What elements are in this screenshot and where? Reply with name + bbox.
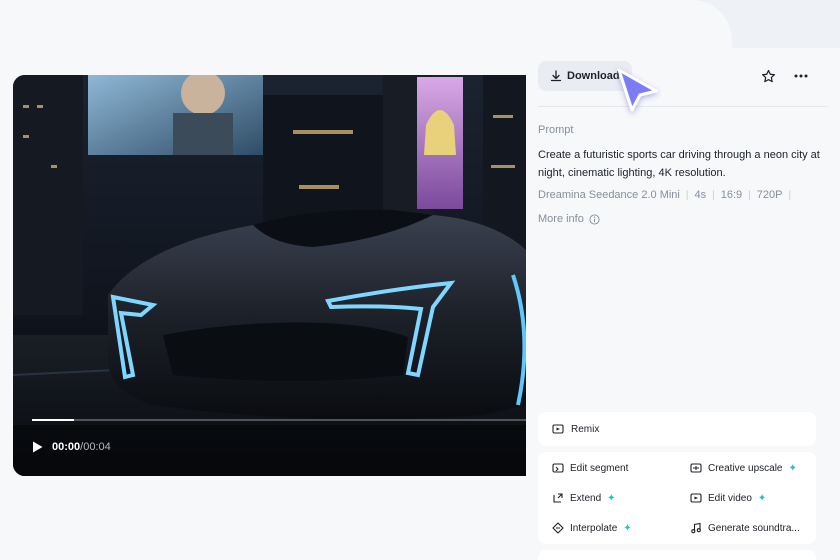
- details-panel: Download Prompt Create a futuristic spor…: [526, 48, 840, 560]
- interpolate-icon: [552, 522, 564, 534]
- video-player[interactable]: 00:00/00:04: [13, 75, 526, 476]
- progress-track[interactable]: [32, 419, 526, 421]
- play-button[interactable]: [32, 440, 44, 454]
- player-controls: 00:00/00:04: [32, 439, 111, 455]
- meta-separator: |: [685, 189, 689, 201]
- more-button[interactable]: [790, 65, 812, 87]
- edit-segment-icon: [552, 463, 564, 473]
- meta-resolution: 720P: [756, 189, 783, 201]
- tool-label: Interpolate: [570, 522, 618, 534]
- play-icon: [33, 441, 43, 453]
- remix-button[interactable]: Remix: [538, 412, 816, 446]
- tools-card: Edit segment Creative upscale ✦ Extend ✦…: [538, 452, 816, 544]
- bottom-card: [538, 550, 816, 560]
- favorite-button[interactable]: [757, 65, 779, 87]
- meta-duration: 4s: [694, 189, 707, 201]
- remix-icon: [552, 424, 564, 434]
- header-divider: [538, 106, 828, 107]
- meta-aspect-ratio: 16:9: [720, 189, 743, 201]
- more-info-link[interactable]: More info: [538, 213, 600, 225]
- download-label: Download: [567, 70, 620, 82]
- remix-label: Remix: [571, 423, 600, 435]
- star-icon: [761, 69, 775, 82]
- info-icon: [589, 213, 600, 225]
- upscale-icon: [690, 463, 702, 473]
- tool-interpolate[interactable]: Interpolate ✦: [552, 522, 632, 534]
- tool-extend[interactable]: Extend ✦: [552, 492, 616, 504]
- generation-meta: Dreamina Seedance 2.0 Mini | 4s | 16:9 |…: [538, 189, 797, 201]
- progress-fill: [32, 419, 74, 421]
- sparkle-icon: ✦: [607, 492, 616, 504]
- meta-model: Dreamina Seedance 2.0 Mini: [538, 189, 680, 201]
- prompt-text: Create a futuristic sports car driving t…: [538, 149, 820, 179]
- playback-time: 00:00/00:04: [52, 441, 111, 453]
- tool-creative-upscale[interactable]: Creative upscale ✦: [690, 462, 797, 474]
- prompt-label: Prompt: [538, 124, 574, 136]
- download-button[interactable]: Download: [538, 61, 632, 91]
- tool-label: Edit video: [708, 492, 752, 504]
- tool-label: Extend: [570, 492, 602, 504]
- sparkle-icon: ✦: [757, 492, 767, 504]
- tool-generate-soundtrack[interactable]: Generate soundtra...: [690, 522, 800, 534]
- more-info-label: More info: [538, 213, 584, 225]
- music-note-icon: [691, 522, 701, 534]
- meta-separator: |: [788, 189, 792, 201]
- tool-label: Creative upscale: [708, 462, 783, 474]
- download-icon: [550, 70, 562, 82]
- extend-icon: [553, 493, 563, 503]
- meta-separator: |: [748, 189, 751, 201]
- tool-label: Generate soundtra...: [708, 522, 800, 534]
- more-horizontal-icon: [794, 74, 808, 78]
- edit-video-icon: [690, 493, 702, 503]
- tool-edit-segment[interactable]: Edit segment: [552, 462, 628, 474]
- tool-label: Edit segment: [570, 462, 629, 474]
- sparkle-icon: ✦: [623, 522, 632, 534]
- meta-separator: |: [712, 189, 715, 201]
- time-current: 00:00: [52, 441, 81, 453]
- sparkle-icon: ✦: [788, 462, 797, 474]
- video-frame: [13, 75, 526, 476]
- tool-edit-video[interactable]: Edit video ✦: [690, 492, 766, 504]
- time-total: 00:04: [83, 441, 111, 453]
